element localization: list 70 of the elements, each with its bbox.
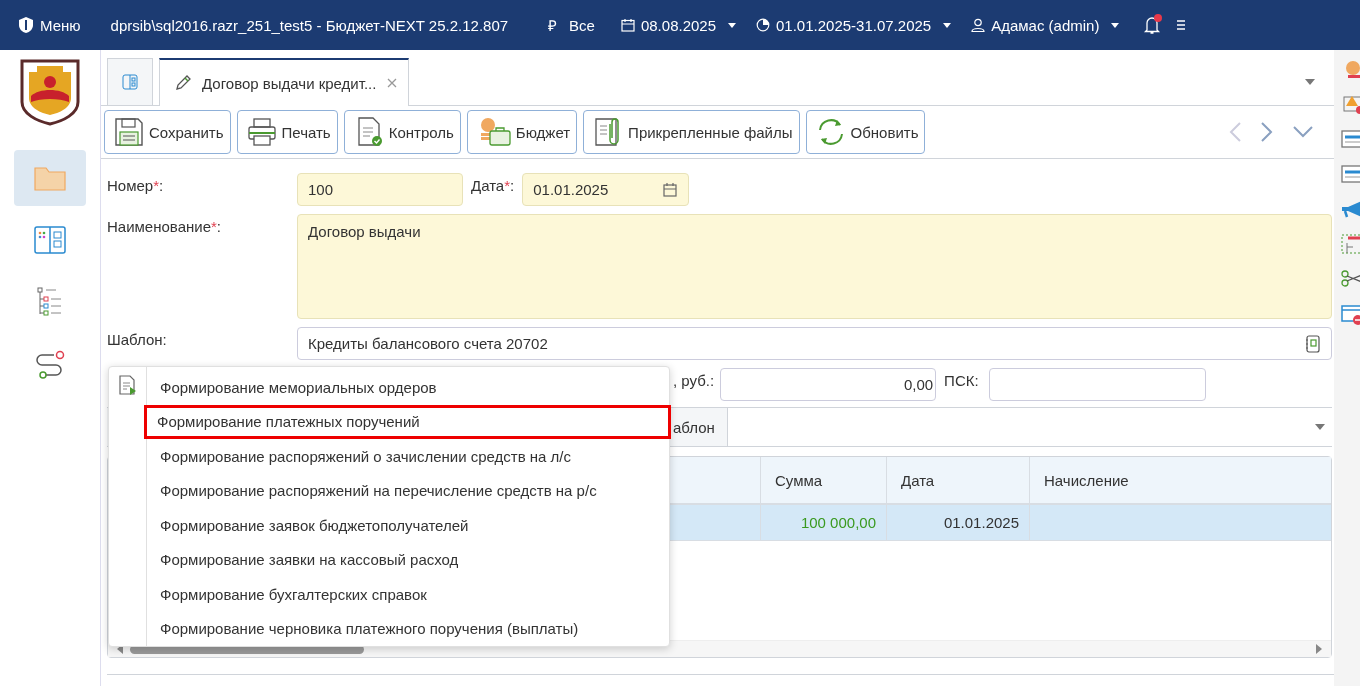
folder-icon <box>34 165 66 191</box>
column-header[interactable]: Начисление <box>1030 457 1331 503</box>
document-tab[interactable]: Договор выдачи кредит... <box>159 58 410 106</box>
warning-icon[interactable] <box>1340 93 1360 115</box>
window-remove-icon[interactable] <box>1340 303 1360 325</box>
layout-icon <box>34 226 66 254</box>
field-label: , руб.: <box>673 371 715 389</box>
name-field[interactable]: Договор выдачи <box>297 214 1332 319</box>
field-label: ПСК: <box>944 371 979 389</box>
report-icon[interactable] <box>1340 163 1360 185</box>
field-label: Дата*: <box>471 176 515 194</box>
caret-icon <box>943 22 952 28</box>
user-icon <box>971 18 986 32</box>
expand-icon[interactable] <box>1292 125 1314 139</box>
window-title: dprsib\sql2016.razr_251_test5 - Бюджет-NEXT 25.2.12.807 <box>110 16 509 34</box>
refresh-button[interactable]: Обновить <box>805 110 926 154</box>
field-label: Номер*: <box>107 176 165 194</box>
menu-button[interactable]: Меню <box>18 16 81 34</box>
caret-icon <box>1111 22 1120 28</box>
dropdown-arrow-icon[interactable] <box>1304 77 1316 86</box>
user-menu[interactable]: Адамас (admin) <box>971 16 1120 34</box>
menu-item[interactable]: Формирование распоряжений на перечисление средств на р/с <box>147 473 669 508</box>
pencil-icon <box>174 74 192 92</box>
column-header[interactable]: Дата <box>887 457 1030 503</box>
list-icon[interactable] <box>1177 18 1186 32</box>
date-selector[interactable]: 08.08.2025 <box>620 16 736 34</box>
report-icon[interactable] <box>1340 233 1360 255</box>
date-field[interactable]: 01.01.2025 <box>522 173 690 206</box>
menu-item[interactable]: Формирование заявок бюджетополучателей <box>147 508 669 543</box>
template-field[interactable]: Кредиты балансового счета 20702 <box>297 327 1332 360</box>
caret-icon <box>728 22 736 28</box>
table-cell: 100 000,00 <box>761 505 887 540</box>
tab-label: Договор выдачи кредит... <box>202 74 377 92</box>
control-button[interactable]: Контроль <box>343 110 461 154</box>
field-label: Наименование*: <box>107 217 222 235</box>
calendar-icon <box>620 18 635 32</box>
notebook-icon[interactable] <box>1305 334 1321 353</box>
budget-button[interactable]: Бюджет <box>466 110 578 154</box>
field-label: Шаблон: <box>107 330 168 348</box>
psk-field[interactable] <box>988 368 1206 401</box>
files-button[interactable]: Прикрепленные файлы <box>583 110 800 154</box>
table-cell: 01.01.2025 <box>887 505 1030 540</box>
menu-item[interactable]: Формирование заявки на кассовый расход <box>147 542 669 577</box>
amount-field[interactable]: 0,00 <box>720 368 937 401</box>
pie-icon <box>756 18 770 32</box>
document-run-icon <box>117 375 138 397</box>
report-icon[interactable] <box>1340 128 1360 150</box>
menu-item[interactable]: Формирование черновика платежного поручения (выплаты) <box>147 611 669 646</box>
emblem-icon <box>19 58 81 126</box>
print-button[interactable]: Печать <box>236 110 338 154</box>
calendar-icon[interactable] <box>662 181 679 198</box>
currency-selector[interactable]: ₽ Все <box>548 15 595 35</box>
route-icon <box>34 349 66 379</box>
shield-icon <box>18 16 34 34</box>
column-header[interactable]: Сумма <box>761 457 887 503</box>
scissors-icon[interactable] <box>1340 268 1360 290</box>
save-button[interactable]: Сохранить <box>104 110 231 154</box>
period-selector[interactable]: 01.01.2025-31.07.2025 <box>756 16 952 34</box>
bell-icon[interactable] <box>1143 14 1164 36</box>
number-field[interactable]: 100 <box>297 173 463 206</box>
close-icon[interactable] <box>386 77 399 89</box>
menu-item[interactable]: Формирование распоряжений о зачислении средств на л/с <box>147 439 669 474</box>
printer-icon <box>245 116 278 148</box>
scroll-right-icon[interactable] <box>1315 644 1323 654</box>
menu-item[interactable]: Формирование бухгалтерских справок <box>147 577 669 612</box>
forward-icon[interactable] <box>1260 121 1274 143</box>
layout-icon <box>122 74 138 90</box>
menu-item[interactable]: Формирование мемориальных ордеров <box>147 370 669 405</box>
menu-item[interactable]: Формирование платежных поручений <box>144 404 671 439</box>
dropdown-arrow-icon[interactable] <box>1314 423 1326 431</box>
